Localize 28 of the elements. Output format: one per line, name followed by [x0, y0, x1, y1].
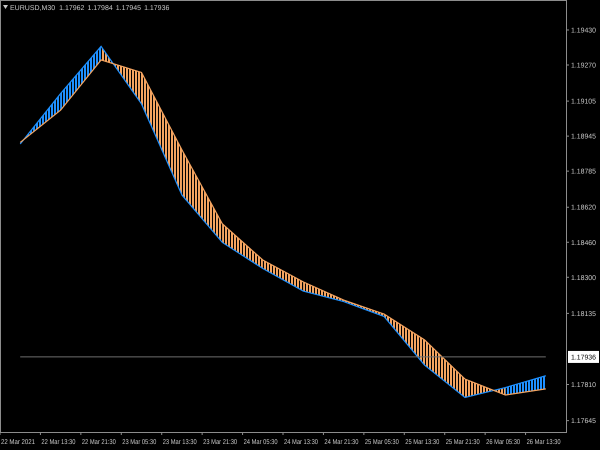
- tick-mark: [566, 206, 570, 208]
- tick-mark: [242, 432, 244, 436]
- tick-mark: [566, 384, 570, 385]
- tick-mark: [282, 432, 284, 436]
- tick-mark: [161, 432, 162, 436]
- tick-mark: [566, 64, 570, 66]
- tick-mark: [120, 432, 122, 436]
- tick-mark: [566, 242, 570, 243]
- tick-mark: [566, 136, 570, 137]
- ribbon-segment: [60, 46, 102, 110]
- tick-mark: [444, 432, 446, 436]
- dropdown-triangle-icon[interactable]: [3, 5, 8, 9]
- tick-mark: [525, 432, 526, 436]
- tick-mark: [404, 432, 405, 436]
- tick-mark: [363, 432, 364, 436]
- tick-mark: [566, 170, 570, 172]
- tick-mark: [566, 29, 570, 30]
- tick-mark: [40, 432, 41, 436]
- current-price-tag: [568, 350, 599, 363]
- tick-mark: [566, 100, 570, 102]
- ribbon-segment: [505, 376, 546, 396]
- tick-mark: [566, 276, 570, 278]
- tick-mark: [566, 420, 570, 422]
- tick-mark: [322, 432, 324, 436]
- tick-mark: [202, 432, 203, 436]
- tick-mark: [484, 432, 486, 436]
- tick-mark: [566, 312, 570, 314]
- tick-mark: [80, 432, 82, 436]
